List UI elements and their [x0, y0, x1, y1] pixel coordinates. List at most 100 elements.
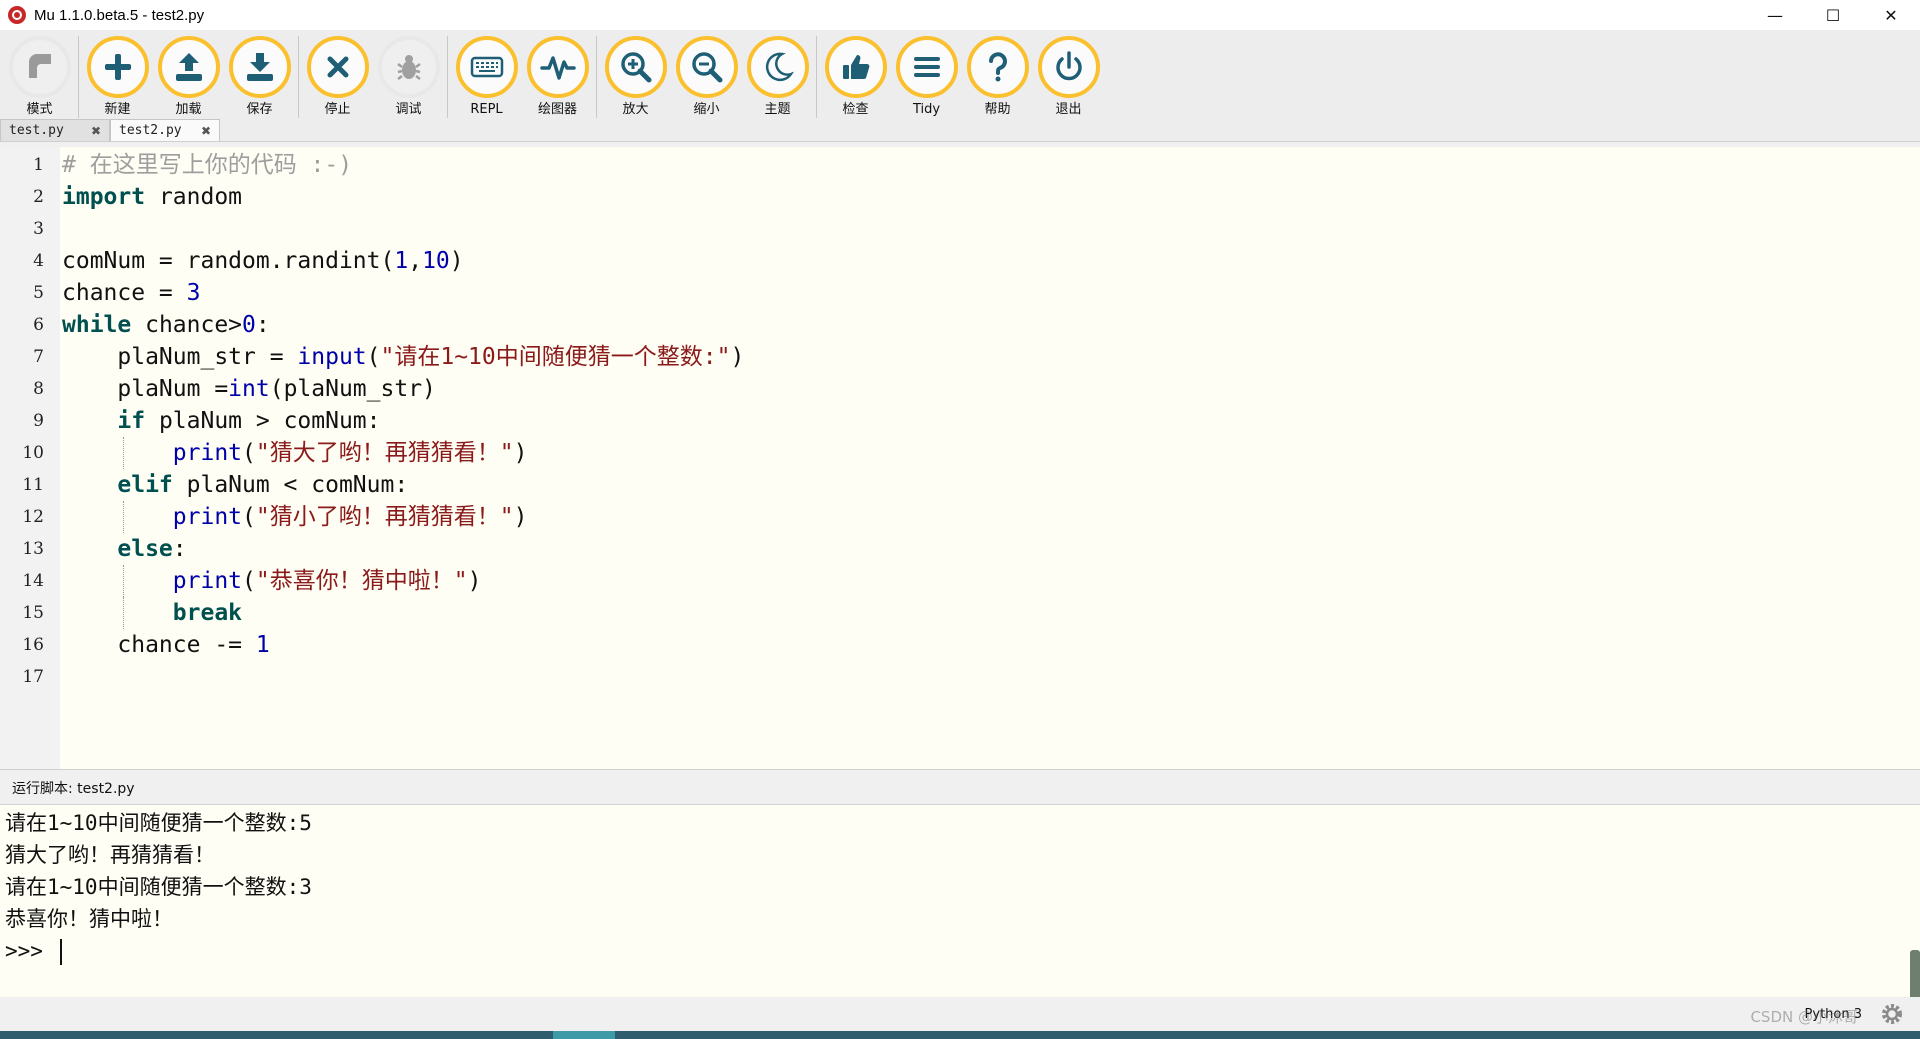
- download-icon: [228, 36, 291, 98]
- line-number: 15: [22, 603, 44, 623]
- code-line: chance -= 1: [62, 629, 1920, 661]
- code-line: # 在这里写上你的代码 :-): [62, 149, 1920, 181]
- line-number: 5: [33, 283, 44, 303]
- code-text: :: [255, 312, 270, 338]
- code-keyword: elif: [117, 472, 173, 498]
- tidy-button[interactable]: Tidy: [891, 36, 962, 118]
- watermark: CSDN @小沐哥: [1750, 1008, 1858, 1026]
- code-line: chance = 3: [62, 277, 1920, 309]
- line-number: 8: [33, 379, 44, 399]
- code-editor[interactable]: 1 2 3 4 5 6 7 8 9 10 11 12 13 14 15 16 1…: [0, 147, 1920, 770]
- tidy-label: Tidy: [912, 102, 941, 117]
- line-number: 6: [33, 315, 44, 335]
- debug-button[interactable]: 调试: [373, 36, 444, 118]
- theme-button[interactable]: 主题: [742, 36, 813, 118]
- line-number: 7: [33, 347, 44, 367]
- gear-icon[interactable]: [1878, 1000, 1906, 1028]
- close-button[interactable]: ✕: [1862, 0, 1920, 30]
- question-icon: [966, 36, 1029, 98]
- code-string: "请在1~10中间随便猜一个整数:": [380, 344, 731, 370]
- toolbar: 模式 新建 加载 保存 停止 调试 REPL 绘图器 放大 缩小 主题 检查 T…: [0, 30, 1920, 120]
- code-builtin: int: [228, 376, 270, 402]
- quit-button[interactable]: 退出: [1033, 36, 1104, 118]
- code-text: plaNum < comNum:: [172, 472, 409, 498]
- zoom-out-icon: [675, 36, 738, 98]
- toolbar-separator: [816, 36, 817, 118]
- indent-guide: [123, 565, 124, 597]
- minimize-button[interactable]: —: [1746, 0, 1804, 30]
- repl-header: 运行脚本: test2.py: [0, 771, 1920, 805]
- code-line: print("猜大了哟！再猜猜看！"): [62, 437, 1920, 469]
- repl-line: 请在1~10中间随便猜一个整数:5: [5, 811, 312, 835]
- taskbar-strip: [0, 1031, 1920, 1039]
- tab-close-icon[interactable]: ✖: [201, 124, 211, 138]
- code-line: import random: [62, 181, 1920, 213]
- new-button[interactable]: 新建: [82, 36, 153, 118]
- plotter-button[interactable]: 绘图器: [522, 36, 593, 118]
- load-label: 加载: [175, 102, 202, 117]
- code-text: plaNum_str =: [117, 344, 298, 370]
- code-builtin: print: [172, 504, 243, 530]
- repl-input-line[interactable]: >>>: [5, 935, 1920, 967]
- code-text: (plaNum_str): [269, 376, 436, 402]
- thumbs-up-icon: [824, 36, 887, 98]
- code-keyword: if: [117, 408, 146, 434]
- check-button[interactable]: 检查: [820, 36, 891, 118]
- tab-test-py[interactable]: test.py ✖: [0, 119, 110, 141]
- bug-icon: [377, 36, 440, 98]
- mu-editor-window: Mu 1.1.0.beta.5 - test2.py — ☐ ✕ 模式 新建 加…: [0, 0, 1920, 1039]
- repl-button[interactable]: REPL: [451, 36, 522, 118]
- code-text: comNum = random.randint(: [62, 248, 395, 274]
- code-text: ,: [408, 248, 423, 274]
- taskbar-accent: [553, 1031, 615, 1039]
- code-line: while chance>0:: [62, 309, 1920, 341]
- maximize-button[interactable]: ☐: [1804, 0, 1862, 30]
- tab-bar: test.py ✖ test2.py ✖: [0, 119, 1920, 142]
- code-text: ): [449, 248, 464, 274]
- code-text: ): [730, 344, 745, 370]
- code-line: plaNum =int(plaNum_str): [62, 373, 1920, 405]
- save-button[interactable]: 保存: [224, 36, 295, 118]
- line-number: 13: [22, 539, 44, 559]
- code-line: elif plaNum < comNum:: [62, 469, 1920, 501]
- code-number: 0: [242, 312, 256, 338]
- load-button[interactable]: 加载: [153, 36, 224, 118]
- tab-label: test.py: [9, 123, 64, 138]
- toolbar-separator: [596, 36, 597, 118]
- code-line: comNum = random.randint(1,10): [62, 245, 1920, 277]
- code-text: (: [242, 568, 256, 594]
- tab-test2-py[interactable]: test2.py ✖: [110, 119, 220, 141]
- code-line: break: [62, 597, 1920, 629]
- mode-button[interactable]: 模式: [4, 36, 75, 118]
- debug-label: 调试: [395, 102, 422, 117]
- code-area[interactable]: # 在这里写上你的代码 :-) import random comNum = r…: [60, 147, 1920, 769]
- repl-output[interactable]: 请在1~10中间随便猜一个整数:5 猜大了哟！再猜猜看！ 请在1~10中间随便猜…: [0, 805, 1920, 1025]
- help-button[interactable]: 帮助: [962, 36, 1033, 118]
- code-text: ): [467, 568, 482, 594]
- toolbar-separator: [78, 36, 79, 118]
- tab-close-icon[interactable]: ✖: [91, 124, 101, 138]
- code-text: ): [513, 440, 528, 466]
- help-label: 帮助: [984, 102, 1011, 117]
- code-text: plaNum =: [117, 376, 229, 402]
- zoom-out-button[interactable]: 缩小: [671, 36, 742, 118]
- repl-prompt: >>>: [5, 939, 56, 963]
- mu-logo-icon: [8, 6, 26, 24]
- stop-button[interactable]: 停止: [302, 36, 373, 118]
- toolbar-separator: [447, 36, 448, 118]
- moon-icon: [746, 36, 809, 98]
- zoom-in-icon: [604, 36, 667, 98]
- code-text: chance =: [62, 280, 187, 306]
- keyboard-icon: [455, 36, 518, 98]
- code-text: random: [145, 184, 243, 210]
- zoom-in-button[interactable]: 放大: [600, 36, 671, 118]
- code-line: if plaNum > comNum:: [62, 405, 1920, 437]
- window-title: Mu 1.1.0.beta.5 - test2.py: [34, 6, 205, 24]
- code-string: "猜大了哟！再猜猜看！": [255, 440, 514, 466]
- zoom-out-label: 缩小: [693, 102, 720, 117]
- indent-guide: [123, 501, 124, 533]
- plus-icon: [86, 36, 149, 98]
- code-text: chance>: [131, 312, 243, 338]
